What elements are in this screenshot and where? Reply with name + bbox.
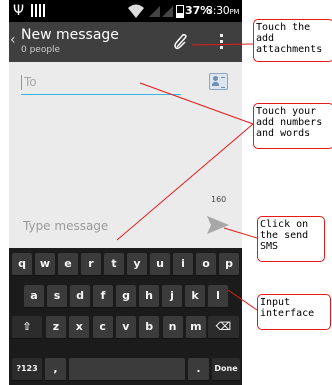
key-z[interactable]: z bbox=[46, 316, 66, 339]
key-n[interactable]: n bbox=[162, 316, 183, 339]
recipient-count: 0 people bbox=[21, 45, 61, 55]
callout-input: Input interface bbox=[257, 294, 331, 330]
key-m[interactable]: m bbox=[185, 316, 206, 339]
overflow-menu-icon[interactable] bbox=[220, 34, 224, 51]
key-v[interactable]: v bbox=[115, 316, 136, 339]
key-x[interactable]: x bbox=[69, 316, 90, 339]
chevron-left-icon[interactable]: ‹ bbox=[10, 32, 16, 48]
key-q[interactable]: q bbox=[12, 253, 32, 276]
wifi-icon bbox=[128, 4, 144, 18]
key-a[interactable]: a bbox=[24, 285, 44, 308]
character-counter: 160 bbox=[211, 195, 227, 204]
key-j[interactable]: j bbox=[162, 285, 182, 308]
symbols-key[interactable]: ?123 bbox=[12, 358, 42, 381]
key-s[interactable]: s bbox=[47, 285, 67, 308]
clock: 8:30PM bbox=[206, 3, 239, 20]
key-d[interactable]: d bbox=[70, 285, 90, 308]
done-key[interactable]: Done bbox=[212, 358, 240, 381]
key-f[interactable]: f bbox=[93, 285, 113, 308]
contact-card-icon[interactable] bbox=[209, 73, 228, 90]
key-k[interactable]: k bbox=[185, 285, 205, 308]
comma-key[interactable]: , bbox=[45, 358, 66, 381]
recipient-field[interactable] bbox=[21, 72, 181, 95]
clock-suffix: PM bbox=[229, 8, 240, 16]
action-bar: ‹ New message 0 people bbox=[9, 22, 242, 62]
clock-time: 8:30 bbox=[206, 4, 230, 17]
key-y[interactable]: y bbox=[127, 253, 147, 276]
callout-numbers: Touch your add numbers and words bbox=[253, 103, 332, 149]
paperclip-icon[interactable] bbox=[173, 34, 189, 50]
soft-keyboard: qwertyuiop asdfghjkl zxcvbnm ⇧ ⌫ ?123 , … bbox=[9, 248, 242, 385]
key-u[interactable]: u bbox=[150, 253, 170, 276]
space-key[interactable] bbox=[69, 358, 185, 381]
signal-icon bbox=[162, 6, 173, 17]
key-i[interactable]: i bbox=[173, 253, 193, 276]
callout-send: Click on the send SMS bbox=[257, 216, 325, 262]
callout-attach: Touch the add attachments bbox=[253, 19, 332, 62]
key-o[interactable]: o bbox=[196, 253, 216, 276]
shift-arrow-icon[interactable]: ⇧ bbox=[12, 316, 42, 339]
key-r[interactable]: r bbox=[81, 253, 101, 276]
page-title: New message bbox=[21, 27, 119, 43]
key-p[interactable]: p bbox=[219, 253, 239, 276]
usb-icon: Ψ bbox=[13, 3, 25, 19]
message-input[interactable] bbox=[23, 215, 193, 237]
backspace-icon[interactable]: ⌫ bbox=[208, 316, 239, 339]
message-field[interactable] bbox=[23, 215, 203, 237]
key-e[interactable]: e bbox=[58, 253, 78, 276]
period-key[interactable]: . bbox=[188, 358, 209, 381]
key-h[interactable]: h bbox=[139, 285, 159, 308]
text-cursor bbox=[21, 75, 22, 90]
send-arrow-icon[interactable] bbox=[205, 214, 231, 236]
key-w[interactable]: w bbox=[35, 253, 55, 276]
key-g[interactable]: g bbox=[116, 285, 136, 308]
key-b[interactable]: b bbox=[139, 316, 160, 339]
key-l[interactable]: l bbox=[208, 285, 228, 308]
notification-bars-icon bbox=[31, 4, 47, 17]
battery-icon bbox=[176, 5, 184, 18]
phone-screen: Ψ 37% 8:30PM ‹ New message 0 people 160 bbox=[9, 0, 242, 385]
signal-icon bbox=[149, 6, 160, 17]
key-t[interactable]: t bbox=[104, 253, 124, 276]
to-input[interactable] bbox=[24, 72, 174, 92]
status-bar: Ψ 37% 8:30PM bbox=[9, 0, 242, 22]
key-c[interactable]: c bbox=[92, 316, 113, 339]
